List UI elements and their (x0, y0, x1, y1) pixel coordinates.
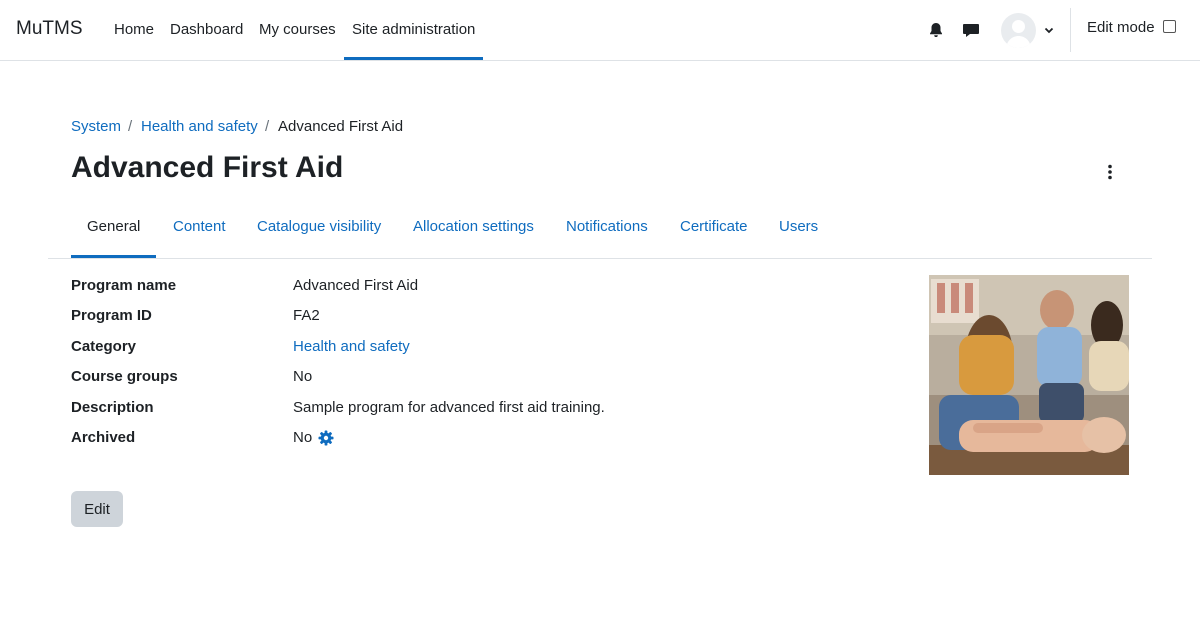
category-link[interactable]: Health and safety (293, 338, 410, 355)
program-image (929, 275, 1129, 475)
detail-label: Category (71, 338, 137, 355)
nav-site-administration[interactable]: Site administration (352, 21, 475, 38)
chat-icon[interactable] (962, 21, 980, 39)
gear-icon[interactable] (318, 430, 334, 446)
nav-my-courses[interactable]: My courses (259, 21, 336, 38)
tab-general[interactable]: General (87, 218, 140, 235)
nav-active-indicator (344, 57, 483, 60)
tab-bar-divider (48, 258, 1152, 259)
nav-home[interactable]: Home (114, 21, 154, 38)
breadcrumb-separator: / (128, 118, 133, 135)
chevron-down-icon[interactable] (1043, 24, 1055, 36)
more-actions-icon[interactable] (1102, 163, 1118, 181)
detail-label: Description (71, 399, 154, 416)
detail-value: Advanced First Aid (293, 277, 419, 294)
breadcrumb-system[interactable]: System (71, 118, 121, 135)
first-aid-training-image (929, 275, 1129, 475)
detail-value: No (293, 368, 313, 385)
breadcrumb-separator: / (265, 118, 270, 135)
user-avatar[interactable] (1001, 13, 1036, 48)
navbar-divider (1070, 8, 1071, 52)
tab-catalogue-visibility[interactable]: Catalogue visibility (257, 218, 381, 235)
bell-icon[interactable] (927, 21, 945, 39)
edit-button[interactable]: Edit (71, 491, 123, 527)
top-navbar: MuTMS Home Dashboard My courses Site adm… (0, 0, 1200, 61)
detail-label: Program ID (71, 307, 152, 324)
detail-value: Sample program for advanced first aid tr… (293, 399, 605, 416)
detail-value: No (293, 429, 313, 446)
page-title: Advanced First Aid (71, 151, 344, 184)
detail-value: FA2 (293, 307, 320, 324)
nav-dashboard[interactable]: Dashboard (170, 21, 243, 38)
tab-certificate[interactable]: Certificate (680, 218, 748, 235)
edit-mode-label[interactable]: Edit mode (1087, 19, 1155, 36)
breadcrumb-current: Advanced First Aid (278, 118, 404, 135)
detail-label: Course groups (71, 368, 178, 385)
edit-mode-toggle[interactable] (1163, 20, 1176, 33)
tab-content[interactable]: Content (173, 218, 226, 235)
breadcrumb-health-and-safety[interactable]: Health and safety (141, 118, 258, 135)
detail-label: Archived (71, 429, 136, 446)
user-silhouette-icon (1006, 20, 1031, 48)
tab-notifications[interactable]: Notifications (566, 218, 648, 235)
detail-label: Program name (71, 277, 177, 294)
tab-allocation-settings[interactable]: Allocation settings (413, 218, 534, 235)
site-brand[interactable]: MuTMS (16, 18, 83, 40)
tab-users[interactable]: Users (779, 218, 818, 235)
